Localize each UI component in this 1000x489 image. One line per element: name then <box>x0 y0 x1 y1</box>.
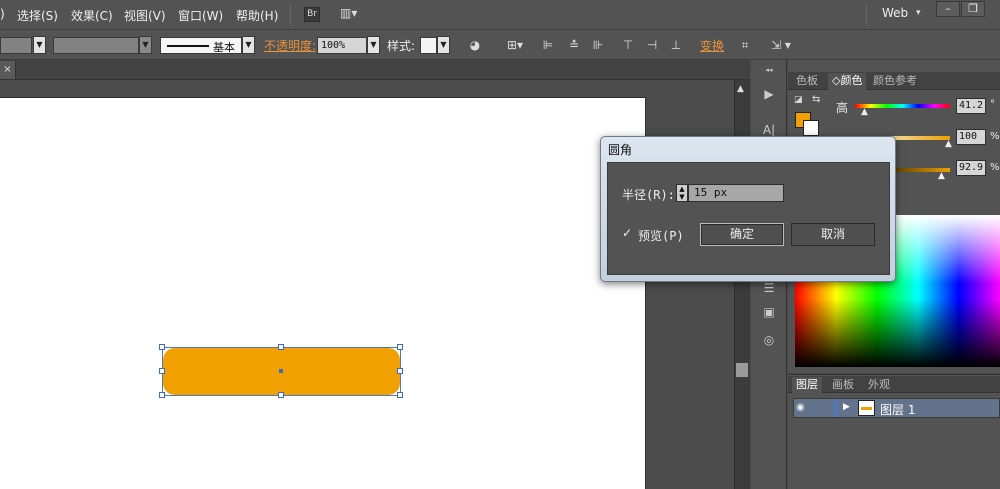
recolor-icon[interactable]: ◕ <box>467 37 483 53</box>
menu-separator <box>290 4 291 26</box>
align-bottom-icon[interactable]: ⊥ <box>668 37 684 53</box>
align-to-icon[interactable]: ⊞▾ <box>504 37 526 53</box>
menu-help[interactable]: 帮助(H) <box>236 7 278 24</box>
hue-slider[interactable] <box>855 104 950 108</box>
stroke-panel-icon[interactable]: ☰ <box>760 280 778 296</box>
stroke-weight-field[interactable] <box>53 37 139 54</box>
graphic-style-swatch[interactable] <box>420 37 437 54</box>
close-document-icon[interactable]: × <box>0 61 16 79</box>
stroke-profile-label: 基本 <box>213 41 235 54</box>
preview-checkbox[interactable]: ✓ <box>622 227 634 239</box>
artboard[interactable] <box>0 97 646 489</box>
menu-edit-fragment[interactable]: ) <box>0 7 5 21</box>
collapse-panels-icon[interactable]: ◂◂ <box>760 62 778 78</box>
stroke-dropdown-icon[interactable]: ▼ <box>139 36 152 54</box>
menu-bar: ) 选择(S) 效果(C) 视图(V) 窗口(W) 帮助(H) Br ▥▾ We… <box>0 0 1000 30</box>
saturation-input[interactable]: 100 <box>956 129 986 145</box>
layer-thumbnail-shape <box>861 407 872 410</box>
bridge-button[interactable]: Br <box>304 7 320 22</box>
resize-handle-left[interactable] <box>159 368 165 374</box>
align-left-icon[interactable]: ⊫ <box>540 37 556 53</box>
resize-handle-top-left[interactable] <box>159 344 165 350</box>
align-hcenter-icon[interactable]: ≛ <box>566 37 582 53</box>
expand-arrow-icon[interactable]: ▶ <box>843 402 850 412</box>
saturation-unit: % <box>990 131 1000 142</box>
tab-swatches[interactable]: 色板 <box>792 73 822 90</box>
opacity-input[interactable]: 100% <box>317 37 367 54</box>
hue-input[interactable]: 41.2 <box>956 98 986 114</box>
chevron-down-icon[interactable]: ▾ <box>916 8 921 18</box>
menu-separator <box>866 4 867 26</box>
style-dropdown-icon[interactable]: ▼ <box>437 36 450 54</box>
transform-link[interactable]: 变换 <box>700 37 724 54</box>
align-right-icon[interactable]: ⊪ <box>590 37 606 53</box>
saturation-slider-thumb[interactable]: ▲ <box>945 139 952 149</box>
scroll-up-icon[interactable]: ▲ <box>737 84 744 94</box>
ok-button[interactable]: 确定 <box>700 223 784 246</box>
brightness-input[interactable]: 92.9 <box>956 160 986 176</box>
cancel-button[interactable]: 取消 <box>791 223 875 246</box>
fill-color-field[interactable] <box>0 37 32 54</box>
hue-unit: ° <box>990 99 995 110</box>
minimize-button[interactable]: – <box>936 1 960 17</box>
layer-color-indicator <box>834 399 837 417</box>
stroke-swatch[interactable] <box>803 120 819 136</box>
document-tab-strip <box>0 60 750 80</box>
fill-dropdown-icon[interactable]: ▼ <box>33 36 46 54</box>
hue-slider-thumb[interactable]: ▲ <box>861 107 868 117</box>
menu-window[interactable]: 窗口(W) <box>178 7 223 24</box>
tab-color-guide[interactable]: 颜色参考 <box>869 73 921 90</box>
radius-input[interactable]: 15 px <box>688 184 784 202</box>
eye-icon[interactable]: ◉ <box>796 402 805 413</box>
resize-handle-top[interactable] <box>278 344 284 350</box>
resize-handle-right[interactable] <box>397 368 403 374</box>
isolate-icon[interactable]: ⌗ <box>737 37 753 53</box>
restore-button[interactable]: ❐ <box>961 1 985 17</box>
dialog-body <box>607 162 890 275</box>
workspace-switcher[interactable]: Web <box>882 6 908 20</box>
envelope-icon[interactable]: ⇲ ▾ <box>766 37 796 53</box>
layer-name[interactable]: 图层 1 <box>880 401 915 418</box>
brightness-slider-thumb[interactable]: ▲ <box>938 171 945 181</box>
menu-view[interactable]: 视图(V) <box>124 7 166 24</box>
swap-colors-icon[interactable]: ⇆ <box>812 94 820 105</box>
resize-handle-bottom-right[interactable] <box>397 392 403 398</box>
tab-color-label: 颜色 <box>840 74 863 87</box>
stroke-preview-line <box>167 45 209 47</box>
scrollbar-thumb[interactable] <box>736 363 748 377</box>
stroke-profile-select[interactable]: 基本 <box>160 37 242 54</box>
dialog-title: 圆角 <box>608 143 633 157</box>
align-vcenter-icon[interactable]: ⊣ <box>644 37 660 53</box>
default-colors-icon[interactable]: ◪ <box>794 95 803 105</box>
tab-appearance[interactable]: 外观 <box>864 377 894 393</box>
radius-stepper[interactable]: ▲ ▼ <box>676 184 688 202</box>
resize-handle-bottom[interactable] <box>278 392 284 398</box>
menu-effect[interactable]: 效果(C) <box>71 7 113 24</box>
align-top-icon[interactable]: ⊤ <box>620 37 636 53</box>
menu-select[interactable]: 选择(S) <box>17 7 58 24</box>
opacity-dropdown-icon[interactable]: ▼ <box>367 36 380 54</box>
tab-artboards[interactable]: 画板 <box>828 377 858 393</box>
brightness-unit: % <box>990 162 1000 173</box>
opacity-link[interactable]: 不透明度: <box>264 37 316 54</box>
tab-color[interactable]: ◇颜色 <box>828 73 867 90</box>
resize-handle-bottom-left[interactable] <box>159 392 165 398</box>
preview-label[interactable]: 预览(P) <box>638 227 684 244</box>
tab-layers[interactable]: 图层 <box>792 377 822 393</box>
radius-label: 半径(R): <box>622 188 675 202</box>
arrange-documents-button[interactable]: ▥▾ <box>340 6 357 20</box>
hue-label: 高 <box>836 101 849 115</box>
stroke-profile-dropdown-icon[interactable]: ▼ <box>242 36 255 54</box>
actions-icon[interactable]: ▶ <box>760 86 778 102</box>
resize-handle-top-right[interactable] <box>397 344 403 350</box>
style-label: 样式: <box>387 39 416 53</box>
transparency-icon[interactable]: ◎ <box>760 332 778 348</box>
gradient-icon[interactable]: ▣ <box>760 304 778 320</box>
shape-center-point <box>279 369 283 373</box>
